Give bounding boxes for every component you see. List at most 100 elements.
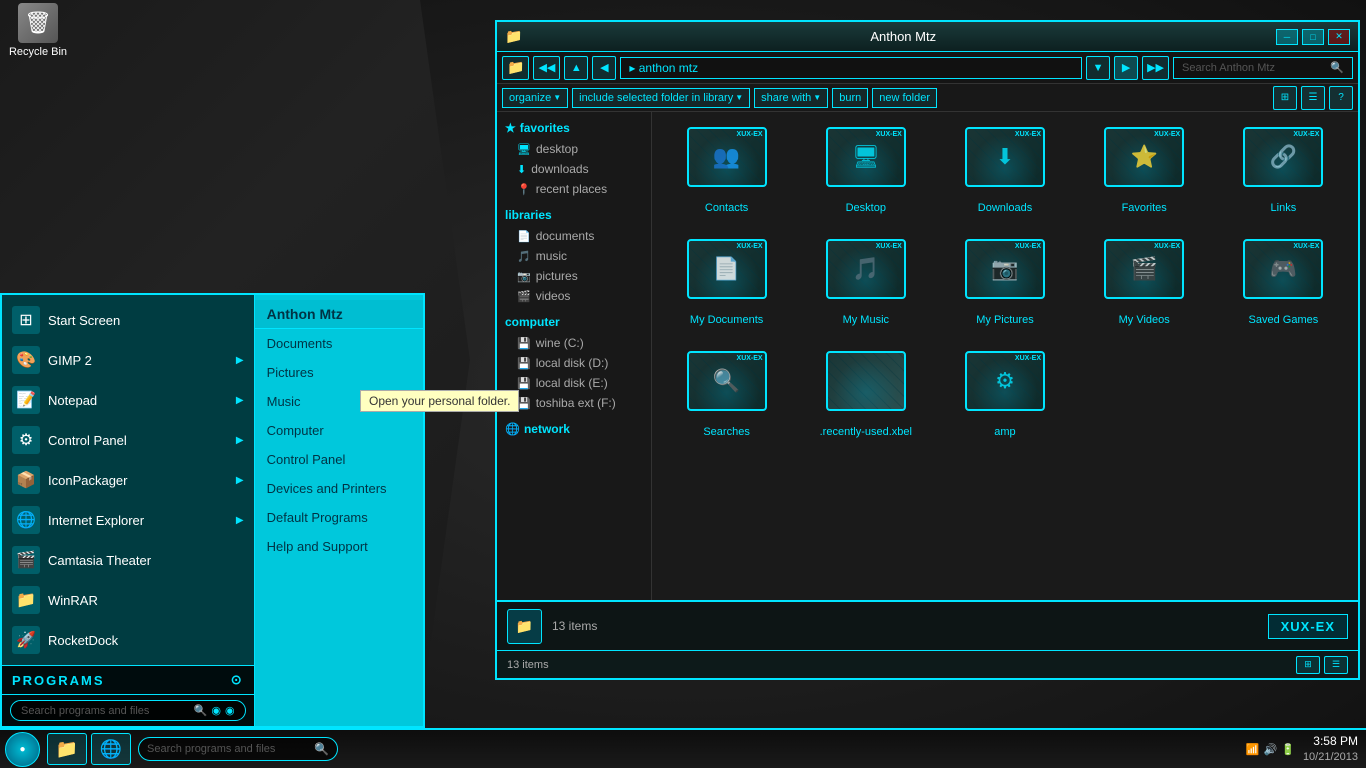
start-right-help-support[interactable]: Help and Support — [255, 532, 423, 561]
minimize-button[interactable]: ─ — [1276, 29, 1298, 45]
sidebar-item-wine[interactable]: 💾 wine (C:) — [497, 333, 651, 353]
maximize-button[interactable]: □ — [1302, 29, 1324, 45]
sidebar-item-videos[interactable]: 🎬 videos — [497, 286, 651, 306]
saved-games-glyph: 🎮 — [1270, 256, 1297, 282]
start-item-rocketdock[interactable]: 🚀 RocketDock — [2, 620, 254, 660]
taskbar-explorer-button[interactable]: 📁 — [47, 733, 87, 765]
control-panel-arrow-icon: ▶ — [236, 435, 244, 446]
folder-tab — [1111, 239, 1141, 241]
start-right-devices-printers[interactable]: Devices and Printers — [255, 474, 423, 503]
start-right-computer[interactable]: Computer — [255, 416, 423, 445]
address-dropdown-btn[interactable]: ▼ — [1086, 56, 1110, 80]
sidebar-item-recent-places[interactable]: 📍 recent places — [497, 179, 651, 199]
close-button[interactable]: ✕ — [1328, 29, 1350, 45]
sidebar-item-music[interactable]: 🎵 music — [497, 246, 651, 266]
start-right-default-programs[interactable]: Default Programs — [255, 503, 423, 532]
folder-my-pictures-label: My Pictures — [976, 314, 1033, 326]
folder-links-label: Links — [1271, 202, 1297, 214]
address-bar[interactable]: ▸ anthon mtz — [620, 57, 1082, 79]
tray-battery-icon: 🔋 — [1281, 743, 1295, 756]
folder-desktop[interactable]: XUX-EX 🖥 Desktop — [801, 122, 930, 219]
organize-button[interactable]: organize ▼ — [502, 88, 568, 108]
folder-my-videos[interactable]: XUX-EX 🎬 My Videos — [1080, 234, 1209, 331]
search-programs-input[interactable]: Search programs and files 🔍 ◉ ◉ — [10, 700, 246, 721]
start-item-control-panel[interactable]: ⚙ Control Panel ▶ — [2, 420, 254, 460]
view-toggle-btn[interactable]: ⊞ — [1273, 86, 1297, 110]
start-item-winrar[interactable]: 📁 WinRAR — [2, 580, 254, 620]
start-right-documents[interactable]: Documents — [255, 329, 423, 358]
folder-favorites[interactable]: XUX-EX ⭐ Favorites — [1080, 122, 1209, 219]
folder-amp[interactable]: XUX-EX ⚙ amp — [940, 346, 1069, 443]
sidebar-item-downloads[interactable]: ⬇ downloads — [497, 159, 651, 179]
nav-up-btn[interactable]: ▲ — [564, 56, 588, 80]
sidebar-item-disk-e[interactable]: 💾 local disk (E:) — [497, 373, 651, 393]
folder-my-music-icon: XUX-EX 🎵 — [826, 239, 906, 309]
start-right-control-panel[interactable]: Control Panel — [255, 445, 423, 474]
sidebar-item-disk-d[interactable]: 💾 local disk (D:) — [497, 353, 651, 373]
sidebar-downloads-label: downloads — [531, 162, 588, 176]
nav-icon-btn[interactable]: 📁 — [502, 56, 529, 80]
start-item-iconpackager[interactable]: 📦 IconPackager ▶ — [2, 460, 254, 500]
start-item-gimp[interactable]: 🎨 GIMP 2 ▶ — [2, 340, 254, 380]
sidebar-item-desktop[interactable]: 🖥 desktop — [497, 139, 651, 159]
folder-my-documents[interactable]: XUX-EX 📄 My Documents — [662, 234, 791, 331]
folder-my-music[interactable]: XUX-EX 🎵 My Music — [801, 234, 930, 331]
sidebar-item-toshiba[interactable]: 💾 toshiba ext (F:) — [497, 393, 651, 413]
include-arrow-icon: ▼ — [735, 93, 743, 102]
view-list-btn[interactable]: ☰ — [1301, 86, 1325, 110]
start-button[interactable]: ● — [5, 732, 40, 767]
explorer-nav: 📁 ◀◀ ▲ ◀ ▸ anthon mtz ▼ ▶ ▶▶ Search Anth… — [497, 52, 1358, 84]
nav-arrows-icon: ◉ — [211, 704, 221, 717]
include-folder-button[interactable]: include selected folder in library ▼ — [572, 88, 750, 108]
share-with-button[interactable]: share with ▼ — [754, 88, 828, 108]
start-item-notepad[interactable]: 📝 Notepad ▶ — [2, 380, 254, 420]
folder-links[interactable]: XUX-EX 🔗 Links — [1219, 122, 1348, 219]
programs-icon: ⊙ — [231, 672, 244, 688]
search-bar[interactable]: Search Anthon Mtz 🔍 — [1173, 57, 1353, 79]
taskbar-chrome-button[interactable]: 🌐 — [91, 733, 131, 765]
status-view-btn1[interactable]: ⊞ — [1296, 656, 1320, 674]
nav-right-arrows[interactable]: ▶▶ — [1142, 56, 1169, 80]
burn-button[interactable]: burn — [832, 88, 868, 108]
help-btn[interactable]: ? — [1329, 86, 1353, 110]
folder-my-pictures-body: XUX-EX 📷 — [965, 239, 1045, 299]
start-item-camtasia[interactable]: 🎬 Camtasia Theater — [2, 540, 254, 580]
recycle-bin-icon[interactable]: Recycle Bin — [3, 3, 73, 58]
explorer-titlebar: 📁 Anthon Mtz ─ □ ✕ — [497, 22, 1358, 52]
status-view-btn2[interactable]: ☰ — [1324, 656, 1348, 674]
rocketdock-label: RocketDock — [48, 633, 118, 648]
file-recently-used[interactable]: .recently-used.xbel — [801, 346, 930, 443]
folder-saved-games[interactable]: XUX-EX 🎮 Saved Games — [1219, 234, 1348, 331]
folder-my-pictures[interactable]: XUX-EX 📷 My Pictures — [940, 234, 1069, 331]
nav-left-arrows[interactable]: ◀◀ — [533, 56, 560, 80]
sidebar-item-documents[interactable]: 📄 documents — [497, 226, 651, 246]
folder-tab — [972, 127, 1002, 129]
folder-saved-games-body: XUX-EX 🎮 — [1243, 239, 1323, 299]
search-placeholder: Search Anthon Mtz — [1182, 62, 1275, 74]
folder-searches[interactable]: XUX-EX 🔍 Searches — [662, 346, 791, 443]
sidebar-music-icon: 🎵 — [517, 250, 531, 263]
start-item-ie[interactable]: 🌐 Internet Explorer ▶ — [2, 500, 254, 540]
file-recently-used-body — [826, 351, 906, 411]
start-user-name[interactable]: Anthon Mtz — [255, 300, 423, 329]
programs-bar[interactable]: PROGRAMS ⊙ — [2, 665, 254, 694]
sidebar-toshiba-label: toshiba ext (F:) — [536, 396, 616, 410]
folder-favorites-icon: XUX-EX ⭐ — [1104, 127, 1184, 197]
rocketdock-icon: 🚀 — [12, 626, 40, 654]
folder-grid-row2: XUX-EX 📄 My Documents XUX-EX 🎵 — [662, 234, 1348, 331]
ie-arrow-icon: ▶ — [236, 515, 244, 526]
sidebar-downloads-icon: ⬇ — [517, 163, 526, 176]
sidebar-computer-header: computer — [497, 311, 651, 333]
sidebar-item-pictures[interactable]: 📷 pictures — [497, 266, 651, 286]
nav-go-btn[interactable]: ▶ — [1114, 56, 1138, 80]
nav-back-btn[interactable]: ◀ — [592, 56, 616, 80]
new-folder-button[interactable]: new folder — [872, 88, 937, 108]
network-icon: 🌐 — [505, 422, 520, 436]
start-item-start-screen[interactable]: ⊞ Start Screen — [2, 300, 254, 340]
folder-contacts[interactable]: XUX-EX 👥 Contacts — [662, 122, 791, 219]
folder-downloads[interactable]: XUX-EX ⬇ Downloads — [940, 122, 1069, 219]
start-right-pictures[interactable]: Pictures — [255, 358, 423, 387]
start-menu: ⊞ Start Screen 🎨 GIMP 2 ▶ 📝 Notepad ▶ ⚙ … — [0, 293, 425, 728]
taskbar-search-bar[interactable]: Search programs and files 🔍 — [138, 737, 338, 761]
folder-desktop-label: Desktop — [846, 202, 886, 214]
